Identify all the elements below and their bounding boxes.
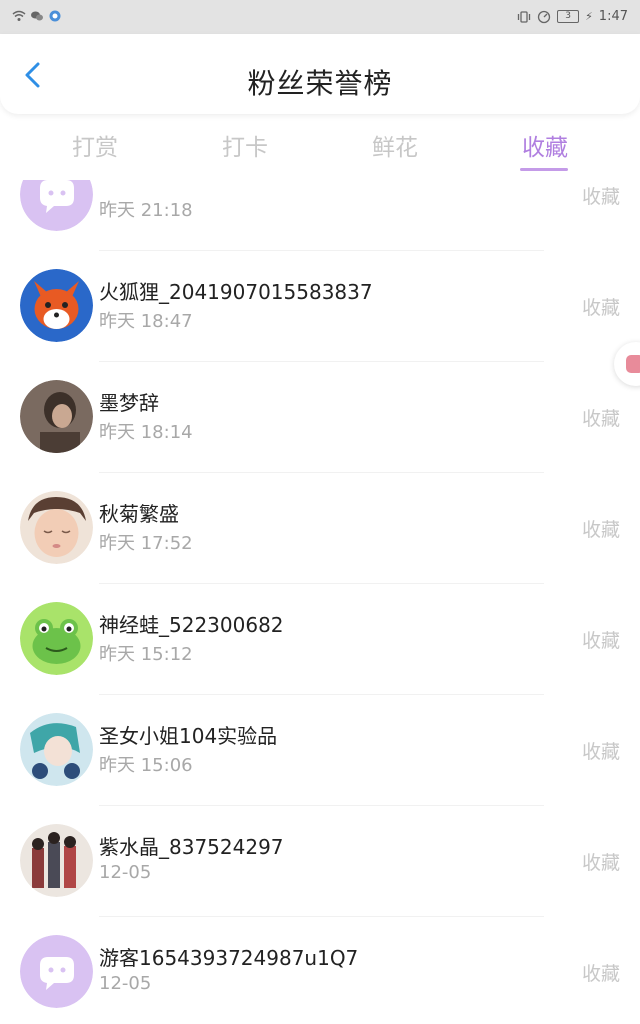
fan-name: 游客1654393724987u1Q7 [99,946,359,970]
fan-list: 昨天 21:18 收藏 火狐狸_2041907015583837 昨天 18:4… [0,180,640,1024]
fan-time: 昨天 15:06 [99,755,193,776]
status-bar: 3 ⚡ 1:47 [0,0,640,34]
fan-time: 昨天 18:14 [99,422,193,443]
fan-name: 火狐狸_2041907015583837 [99,280,373,304]
tab-bar: 打赏 打卡 鲜花 收藏 [0,124,640,180]
list-item[interactable]: 游客1654393724987u1Q7 12-05 收藏 [0,917,640,1024]
fan-name: 秋菊繁盛 [99,502,179,526]
fan-time: 昨天 21:18 [99,200,193,221]
tab-reward[interactable]: 打赏 [20,128,170,162]
vibrate-icon [517,10,531,23]
group-illustration-avatar [20,824,93,897]
fox-avatar [20,269,93,342]
fan-time: 昨天 15:12 [99,644,193,665]
list-item[interactable]: 秋菊繁盛 昨天 17:52 收藏 [0,473,640,584]
fan-name: 圣女小姐104实验品 [99,724,278,748]
fan-name: 神经蛙_522300682 [99,613,284,637]
list-item[interactable]: 圣女小姐104实验品 昨天 15:06 收藏 [0,695,640,806]
page-title: 粉丝荣誉榜 [247,67,393,100]
wifi-icon [12,10,26,21]
list-item[interactable]: 神经蛙_522300682 昨天 15:12 收藏 [0,584,640,695]
user-photo-avatar [20,380,93,453]
header: 粉丝荣誉榜 [0,34,640,114]
active-tab-indicator [520,168,568,171]
charging-icon: ⚡ [585,10,593,23]
fan-name: 紫水晶_837524297 [99,835,284,859]
status-time: 1:47 [598,9,628,24]
fan-name: 墨梦辞 [99,391,159,415]
browser-icon [49,10,61,22]
favorite-label: 收藏 [581,519,620,541]
data-speed-icon [537,10,551,23]
favorite-label: 收藏 [581,186,620,208]
fan-time: 昨天 18:47 [99,311,193,332]
fan-time: 12-05 [99,973,152,994]
wechat-icon [31,11,43,21]
battery-icon: 3 [557,10,580,23]
frog-avatar [20,602,93,675]
status-left-icons [12,9,62,23]
status-right-icons: 3 ⚡ 1:47 [517,9,628,24]
default-avatar-icon [20,180,93,231]
user-photo-avatar [20,491,93,564]
fan-time: 昨天 17:52 [99,533,193,554]
tab-flowers[interactable]: 鲜花 [320,128,470,162]
fan-time: 12-05 [99,862,152,883]
favorite-label: 收藏 [581,852,620,874]
favorite-label: 收藏 [581,630,620,652]
tab-favorites[interactable]: 收藏 [470,128,620,162]
favorite-label: 收藏 [581,741,620,763]
favorite-label: 收藏 [581,408,620,430]
anime-avatar [20,713,93,786]
list-item[interactable]: 墨梦辞 昨天 18:14 收藏 [0,362,640,473]
favorite-label: 收藏 [581,963,620,985]
list-item[interactable]: 火狐狸_2041907015583837 昨天 18:47 收藏 [0,251,640,362]
list-item[interactable]: 紫水晶_837524297 12-05 收藏 [0,806,640,917]
list-item[interactable]: 昨天 21:18 收藏 [0,180,640,251]
default-avatar-icon [20,935,93,1008]
tab-checkin[interactable]: 打卡 [170,128,320,162]
favorite-label: 收藏 [581,297,620,319]
chat-bubble-icon [626,355,640,373]
